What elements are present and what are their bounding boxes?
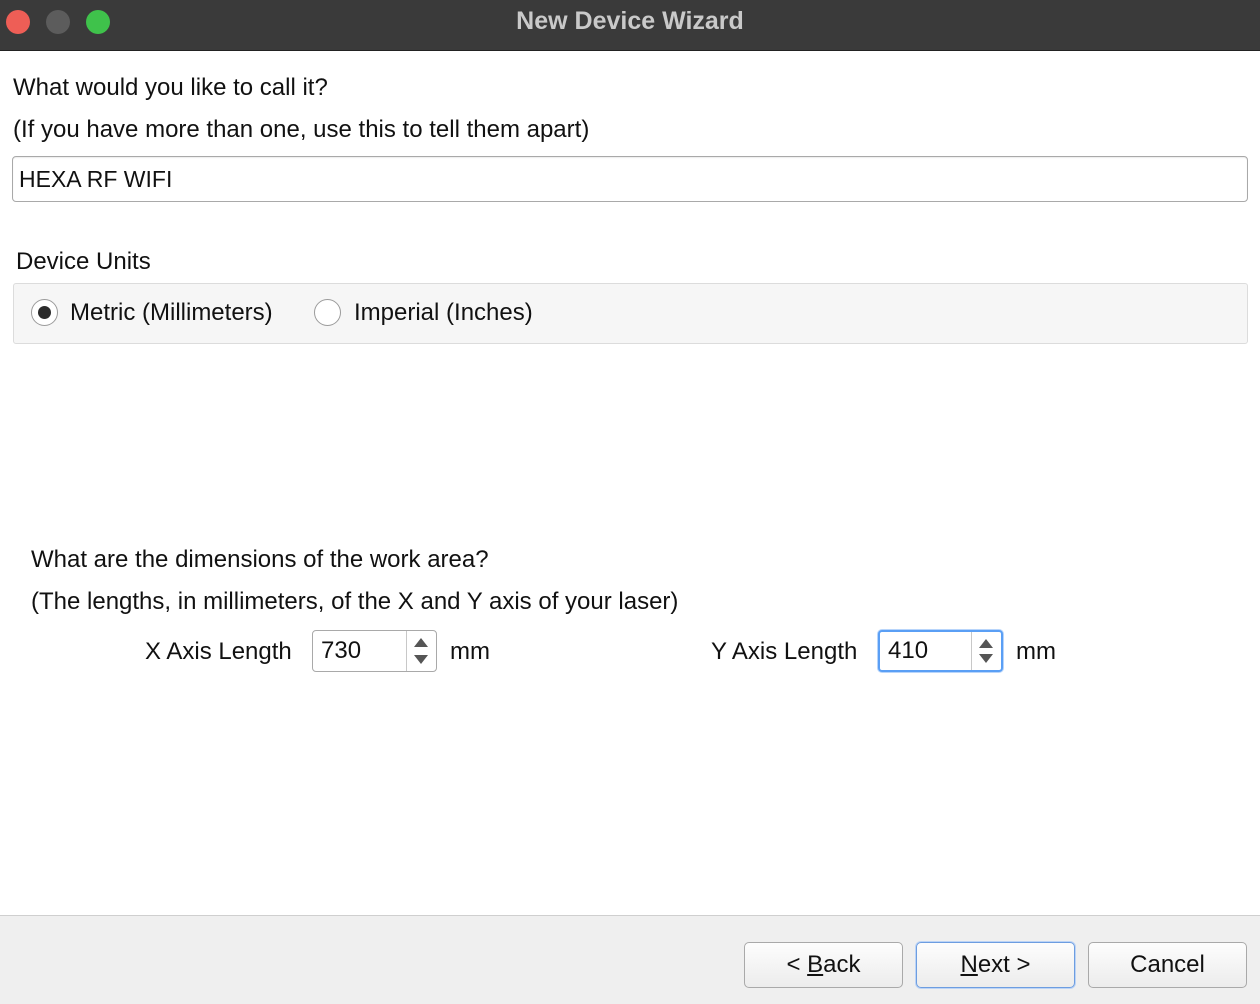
dimensions-hint: (The lengths, in millimeters, of the X a…: [31, 588, 679, 615]
next-button-mnemonic: N: [960, 951, 978, 978]
y-axis-stepper[interactable]: [971, 632, 1001, 670]
back-button[interactable]: < Back: [744, 942, 903, 988]
cancel-button[interactable]: Cancel: [1088, 942, 1247, 988]
x-axis-length-label: X Axis Length: [145, 638, 292, 665]
y-axis-length-spinner[interactable]: [878, 630, 1003, 672]
imperial-radio[interactable]: [314, 299, 341, 326]
back-button-rest: ack: [823, 951, 861, 978]
y-axis-length-input[interactable]: [880, 632, 974, 670]
device-name-input[interactable]: [12, 156, 1248, 202]
device-units-group: Metric (Millimeters) Imperial (Inches): [13, 283, 1248, 344]
x-axis-decrement-icon[interactable]: [414, 655, 428, 664]
x-axis-unit: mm: [450, 638, 490, 665]
y-axis-unit: mm: [1016, 638, 1056, 665]
name-prompt: What would you like to call it?: [13, 74, 328, 101]
back-button-prefix: <: [786, 951, 808, 978]
metric-radio[interactable]: [31, 299, 58, 326]
window-title: New Device Wizard: [516, 7, 744, 35]
dimensions-prompt: What are the dimensions of the work area…: [31, 546, 489, 573]
next-button[interactable]: Next >: [916, 942, 1075, 988]
imperial-radio-label[interactable]: Imperial (Inches): [354, 299, 533, 327]
x-axis-stepper[interactable]: [406, 631, 436, 671]
metric-radio-label[interactable]: Metric (Millimeters): [70, 299, 273, 327]
name-hint: (If you have more than one, use this to …: [13, 116, 590, 143]
next-button-rest: ext >: [977, 951, 1031, 978]
back-button-mnemonic: B: [807, 951, 824, 978]
x-axis-length-input[interactable]: [313, 631, 407, 671]
y-axis-increment-icon[interactable]: [979, 639, 993, 648]
device-units-label: Device Units: [16, 248, 151, 275]
x-axis-length-spinner[interactable]: [312, 630, 437, 672]
new-device-wizard-window: New Device Wizard What would you like to…: [0, 0, 1260, 1004]
y-axis-decrement-icon[interactable]: [979, 654, 993, 663]
x-axis-increment-icon[interactable]: [414, 638, 428, 647]
y-axis-length-label: Y Axis Length: [711, 638, 858, 665]
title-bar: New Device Wizard: [0, 0, 1260, 51]
